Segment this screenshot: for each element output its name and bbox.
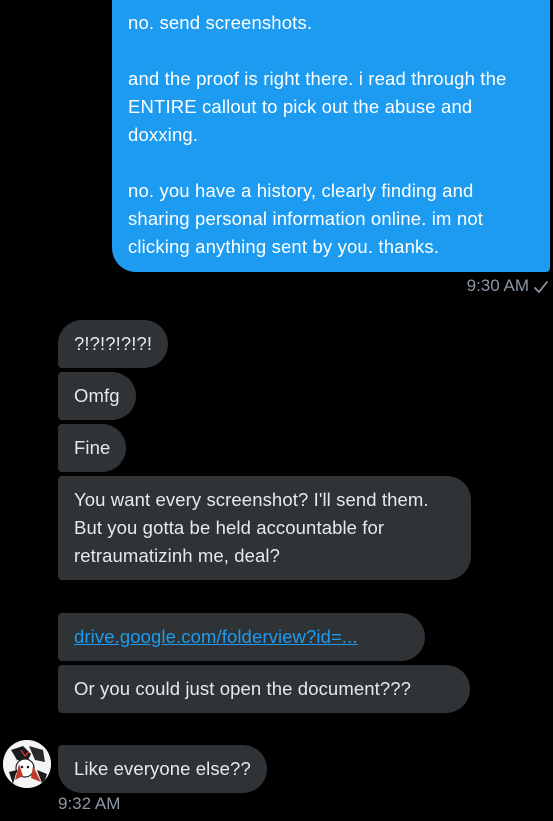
received-message-text: Fine (74, 437, 111, 458)
sent-message-bubble[interactable]: no. send screenshots. and the proof is r… (112, 0, 550, 272)
sent-message-timestamp: 9:30 AM (466, 276, 529, 295)
sent-message-paragraph: and the proof is right there. i read thr… (128, 68, 507, 145)
received-message-text: You want every screenshot? I'll send the… (74, 489, 429, 566)
avatar-illustration (3, 740, 51, 788)
received-message-bubble[interactable]: Omfg (58, 372, 136, 420)
received-message-text: Like everyone else?? (74, 758, 251, 779)
received-message-timestamp: 9:32 AM (58, 794, 121, 813)
received-message-bubble[interactable]: Fine (58, 424, 127, 472)
received-message-bubble[interactable]: ?!?!?!?!?! (58, 320, 169, 368)
received-message-bubble[interactable]: Like everyone else?? (58, 745, 267, 793)
sent-message-paragraph: no. send screenshots. (128, 12, 313, 33)
sent-message-paragraph: no. you have a history, clearly finding … (128, 180, 484, 257)
received-message-bubble[interactable]: You want every screenshot? I'll send the… (58, 476, 471, 580)
drive-link[interactable]: drive.google.com/folderview?id=... (74, 626, 358, 647)
received-message-text: ?!?!?!?!?! (74, 333, 153, 354)
received-message-text: Or you could just open the document??? (74, 678, 412, 699)
received-message-text: Omfg (74, 385, 120, 406)
avatar-icon[interactable] (3, 740, 51, 788)
check-icon (534, 281, 548, 293)
received-message-bubble[interactable]: Or you could just open the document??? (58, 665, 470, 713)
received-link-bubble[interactable]: drive.google.com/folderview?id=... (58, 613, 425, 661)
